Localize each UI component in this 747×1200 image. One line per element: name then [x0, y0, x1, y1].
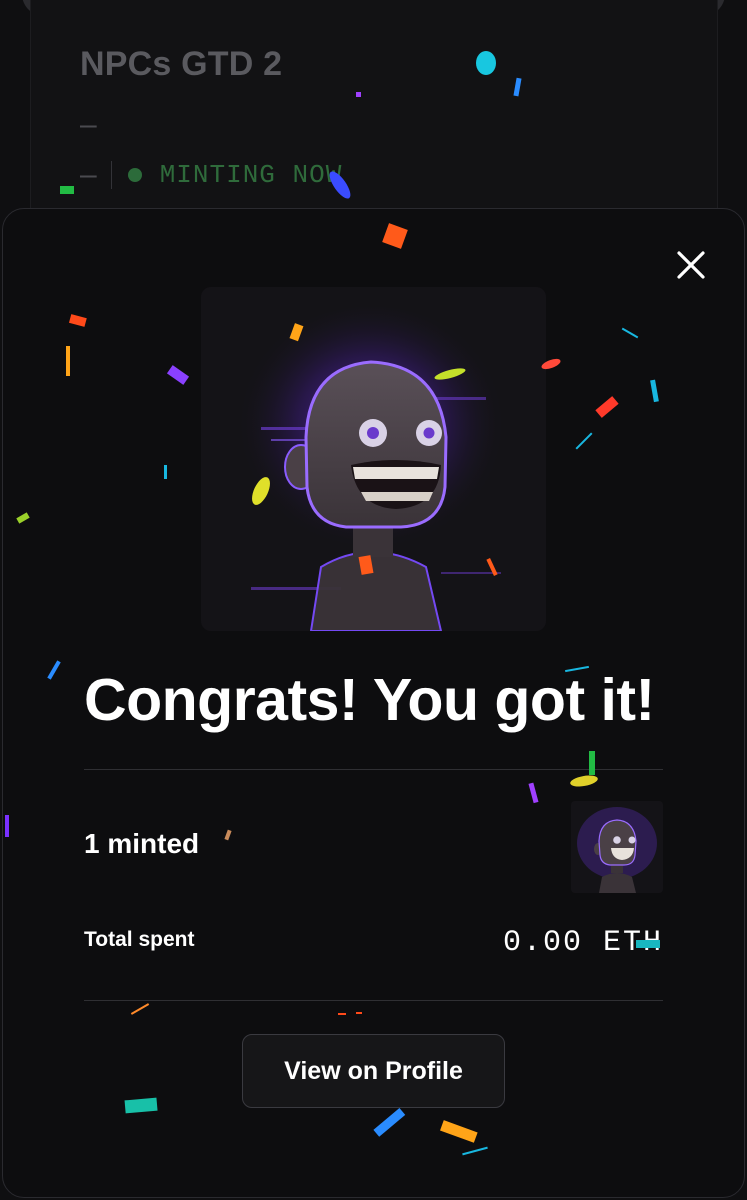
total-spent-label: Total spent	[84, 928, 195, 951]
view-on-profile-button[interactable]: View on Profile	[242, 1034, 505, 1108]
page: NPCs GTD 2 – – MINTING NOW Congrats! You…	[0, 0, 747, 1200]
mint-status-row: – MINTING NOW	[80, 158, 342, 192]
divider	[84, 769, 663, 770]
close-button[interactable]	[672, 246, 710, 284]
live-dot-icon	[127, 168, 142, 182]
close-icon	[677, 251, 705, 279]
placeholder-dash: –	[80, 108, 97, 141]
minted-nft-image	[201, 287, 546, 631]
minted-nft-thumbnail	[571, 801, 663, 893]
total-spent-value: 0.00 ETH	[502, 926, 663, 960]
placeholder-dash: –	[80, 158, 97, 191]
status-separator	[110, 161, 112, 189]
minting-status: MINTING NOW	[159, 160, 343, 190]
minted-count-label: 1 minted	[84, 828, 200, 859]
collection-title: NPCs GTD 2	[80, 45, 283, 83]
success-headline: Congrats! You got it!	[84, 667, 655, 733]
divider	[84, 1000, 663, 1001]
